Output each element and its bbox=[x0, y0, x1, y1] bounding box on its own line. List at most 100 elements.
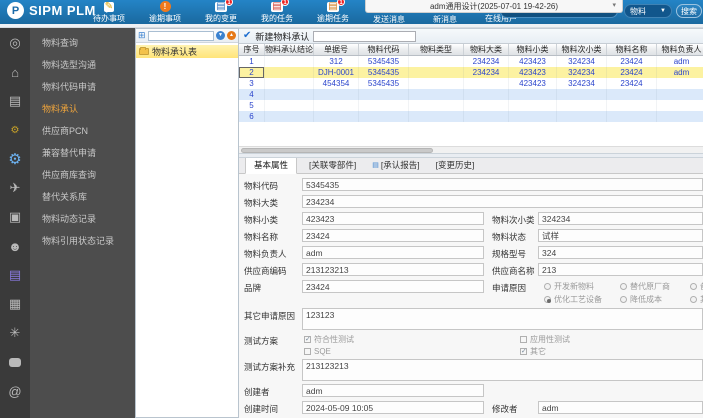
cell-material-code[interactable]: 5345435 bbox=[359, 78, 409, 89]
sidebar-item[interactable]: 物料承认 bbox=[30, 98, 135, 120]
column-header[interactable]: 物料类型 bbox=[409, 44, 464, 55]
reason-radio-option[interactable]: 开发新物料 bbox=[544, 281, 620, 292]
material-module-gear-icon[interactable]: ⚙ bbox=[5, 149, 25, 169]
collapse-all-button[interactable]: ▲ bbox=[227, 31, 236, 40]
row-number-cell[interactable]: 6 bbox=[239, 111, 265, 122]
cell-material-type[interactable] bbox=[409, 67, 464, 78]
cell-sub-minor-class[interactable]: 324234 bbox=[557, 56, 607, 67]
cell-approval-result[interactable] bbox=[265, 67, 314, 78]
table-row[interactable]: 4 bbox=[239, 89, 703, 100]
send-icon[interactable]: ✈ bbox=[5, 178, 25, 198]
search-button[interactable]: 搜索 bbox=[676, 4, 702, 18]
material-owner-field[interactable]: adm bbox=[302, 246, 484, 259]
nav-item-my-tasks[interactable]: ▤ 1 我的任务 bbox=[256, 0, 298, 24]
loading-icon[interactable]: ✳ bbox=[5, 323, 25, 343]
cell-major-class[interactable] bbox=[464, 89, 509, 100]
cell-sub-minor-class[interactable] bbox=[557, 111, 607, 122]
cell-minor-class[interactable]: 423423 bbox=[509, 67, 557, 78]
at-icon[interactable]: @ bbox=[5, 381, 25, 401]
settings-small-icon[interactable]: ⚙ bbox=[5, 120, 25, 140]
reason-radio-option[interactable]: 备份供应商 bbox=[690, 281, 703, 292]
cell-material-owner[interactable] bbox=[657, 100, 703, 111]
other-reason-textarea[interactable]: 123123 bbox=[302, 308, 703, 330]
cell-approval-result[interactable] bbox=[265, 78, 314, 89]
cell-minor-class[interactable] bbox=[509, 100, 557, 111]
cell-material-owner[interactable]: adm bbox=[657, 67, 703, 78]
cell-major-class[interactable]: 234234 bbox=[464, 67, 509, 78]
cell-doc-number[interactable] bbox=[314, 100, 359, 111]
column-header[interactable]: 物料负责人 bbox=[657, 44, 703, 55]
test-checkbox-option[interactable]: SQE bbox=[304, 346, 520, 356]
sidebar-item[interactable]: 物料引用状态记录 bbox=[30, 230, 135, 252]
cell-material-type[interactable] bbox=[409, 78, 464, 89]
brand-field[interactable]: 23424 bbox=[302, 280, 484, 293]
column-header[interactable]: 物料承认结论 bbox=[265, 44, 314, 55]
test-checkbox-option[interactable]: 其它 bbox=[520, 346, 570, 356]
tree-filter-input[interactable] bbox=[147, 30, 214, 41]
database-icon[interactable]: ▤ bbox=[5, 91, 25, 111]
test-checkbox-option[interactable]: 应用性测试 bbox=[520, 334, 570, 344]
table-row[interactable]: 5 bbox=[239, 100, 703, 111]
major-class-field[interactable]: 234234 bbox=[302, 195, 703, 208]
column-header[interactable]: 序号 bbox=[239, 44, 265, 55]
column-header[interactable]: 物料大类 bbox=[464, 44, 509, 55]
cell-material-code[interactable] bbox=[359, 89, 409, 100]
cell-major-class[interactable]: 234234 bbox=[464, 56, 509, 67]
new-material-approval-button[interactable]: 新建物料承认 bbox=[255, 30, 309, 43]
chat-icon[interactable] bbox=[5, 352, 25, 372]
column-header[interactable]: 物料代码 bbox=[359, 44, 409, 55]
cell-material-owner[interactable] bbox=[657, 78, 703, 89]
cell-minor-class[interactable]: 423423 bbox=[509, 56, 557, 67]
cell-material-name[interactable] bbox=[607, 111, 657, 122]
creator-field[interactable]: adm bbox=[302, 384, 484, 397]
sidebar-item[interactable]: 物料代码申请 bbox=[30, 76, 135, 98]
sidebar-item[interactable]: 物料选型沟通 bbox=[30, 54, 135, 76]
sub-minor-class-field[interactable]: 324234 bbox=[538, 212, 703, 225]
reason-radio-option[interactable]: 其他 bbox=[690, 294, 703, 305]
cell-major-class[interactable] bbox=[464, 111, 509, 122]
material-status-field[interactable]: 试样 bbox=[538, 229, 703, 242]
column-header[interactable]: 物料名称 bbox=[607, 44, 657, 55]
cell-material-code[interactable]: 5345435 bbox=[359, 67, 409, 78]
cell-sub-minor-class[interactable]: 324234 bbox=[557, 78, 607, 89]
cell-major-class[interactable] bbox=[464, 78, 509, 89]
cell-doc-number[interactable] bbox=[314, 89, 359, 100]
cell-minor-class[interactable]: 423423 bbox=[509, 78, 557, 89]
cell-material-owner[interactable]: adm bbox=[657, 56, 703, 67]
cell-material-name[interactable]: 23424 bbox=[607, 56, 657, 67]
cell-material-name[interactable] bbox=[607, 89, 657, 100]
cell-material-owner[interactable] bbox=[657, 89, 703, 100]
tree-view-icon[interactable]: ⊞ bbox=[138, 31, 146, 40]
modifier-field[interactable]: adm bbox=[538, 401, 703, 414]
sidebar-item[interactable]: 物料查询 bbox=[30, 32, 135, 54]
create-time-field[interactable]: 2024-05-09 10:05 bbox=[302, 401, 484, 414]
data-config-icon[interactable]: ▦ bbox=[5, 294, 25, 314]
cell-minor-class[interactable] bbox=[509, 111, 557, 122]
cell-minor-class[interactable] bbox=[509, 89, 557, 100]
cell-doc-number[interactable]: 312 bbox=[314, 56, 359, 67]
column-header[interactable]: 单据号 bbox=[314, 44, 359, 55]
cell-sub-minor-class[interactable] bbox=[557, 100, 607, 111]
session-select[interactable]: adm通用设计(2025-07-01 19-42-26) ▾ bbox=[365, 0, 623, 13]
cell-approval-result[interactable] bbox=[265, 56, 314, 67]
tab-change-history[interactable]: [变更历史] bbox=[432, 158, 479, 173]
sidebar-item[interactable]: 物料动态记录 bbox=[30, 208, 135, 230]
row-number-cell[interactable]: 2 bbox=[239, 67, 265, 78]
cell-doc-number[interactable]: DJH-0001 bbox=[314, 67, 359, 78]
supplier-name-field[interactable]: 213 bbox=[538, 263, 703, 276]
row-number-cell[interactable]: 3 bbox=[239, 78, 265, 89]
table-row[interactable]: 6 bbox=[239, 111, 703, 122]
cell-material-type[interactable] bbox=[409, 56, 464, 67]
documents-icon[interactable]: ▣ bbox=[5, 207, 25, 227]
cell-material-type[interactable] bbox=[409, 89, 464, 100]
column-header[interactable]: 物料次小类 bbox=[557, 44, 607, 55]
report-doc-icon[interactable]: ▤ bbox=[5, 265, 25, 285]
cell-material-type[interactable] bbox=[409, 111, 464, 122]
cell-material-name[interactable]: 23424 bbox=[607, 78, 657, 89]
table-row[interactable]: 3 454354 5345435 423423 324234 23424 bbox=[239, 78, 703, 89]
material-code-field[interactable]: 5345435 bbox=[302, 178, 703, 191]
cell-approval-result[interactable] bbox=[265, 89, 314, 100]
cell-material-name[interactable] bbox=[607, 100, 657, 111]
row-number-cell[interactable]: 4 bbox=[239, 89, 265, 100]
cell-approval-result[interactable] bbox=[265, 111, 314, 122]
